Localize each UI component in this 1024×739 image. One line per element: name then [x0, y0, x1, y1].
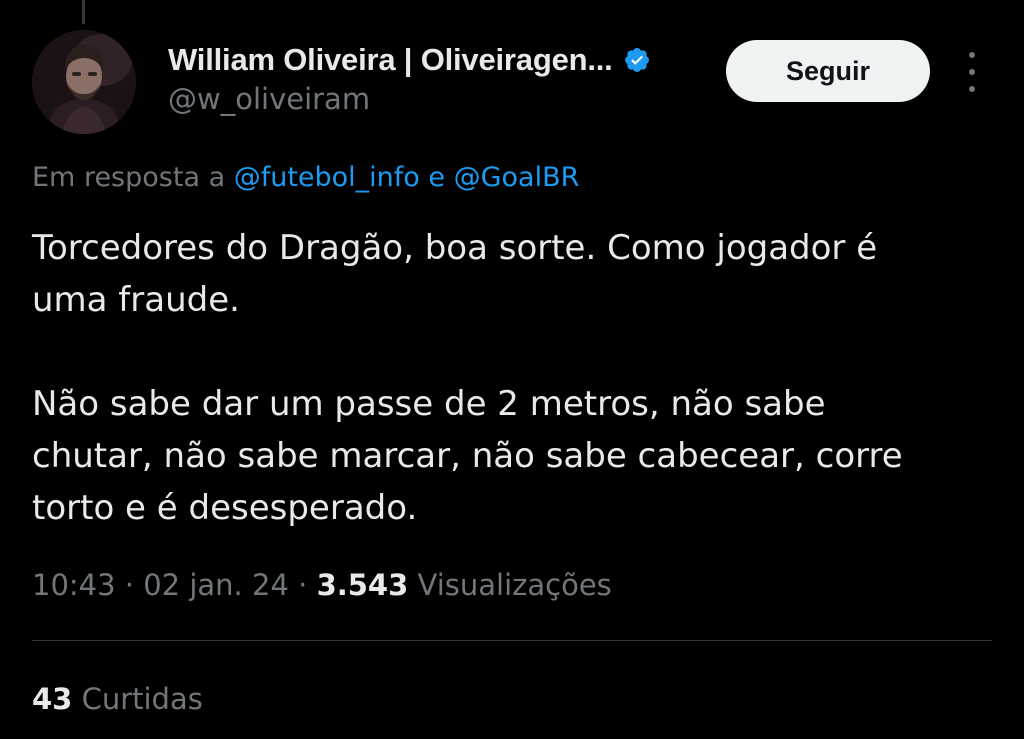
views-count: 3.543 — [316, 568, 409, 602]
tweet-body: Torcedores do Dragão, boa sorte. Como jo… — [32, 222, 992, 534]
more-dot — [969, 86, 975, 92]
divider — [32, 640, 992, 641]
likes-label: Curtidas — [72, 682, 203, 716]
tweet-date[interactable]: 02 jan. 24 — [143, 568, 289, 602]
more-dot — [969, 69, 975, 75]
meta-separator: · — [115, 568, 144, 602]
likes-stat[interactable]: 43 Curtidas — [32, 682, 203, 716]
more-options-icon[interactable] — [960, 52, 984, 92]
more-dot — [969, 52, 975, 58]
mention-link-futebol-info[interactable]: @futebol_info — [234, 162, 420, 193]
mention-link-goalbr[interactable]: @GoalBR — [454, 162, 580, 193]
reply-context: Em resposta a @futebol_info e @GoalBR — [32, 162, 579, 193]
author-handle[interactable]: @w_oliveiram — [168, 82, 370, 116]
tweet-time[interactable]: 10:43 — [32, 568, 116, 602]
reply-prefix: Em resposta a — [32, 162, 234, 193]
avatar-image — [32, 30, 136, 134]
reply-conjunction: e — [419, 162, 454, 193]
views-label: Visualizações — [408, 568, 612, 602]
meta-separator: · — [288, 568, 317, 602]
author-name-row[interactable]: William Oliveira | Oliveiragen... — [168, 42, 651, 78]
tweet-paragraph-2: Não sabe dar um passe de 2 metros, não s… — [32, 384, 903, 528]
avatar[interactable] — [32, 30, 136, 134]
likes-count: 43 — [32, 682, 73, 716]
tweet-meta: 10:43 · 02 jan. 24 · 3.543 Visualizações — [32, 568, 612, 602]
tweet-paragraph-1: Torcedores do Dragão, boa sorte. Como jo… — [32, 228, 878, 320]
follow-button[interactable]: Seguir — [726, 40, 930, 102]
author-display-name[interactable]: William Oliveira | Oliveiragen... — [168, 42, 613, 78]
verified-badge-icon — [623, 46, 651, 74]
thread-connector-line — [82, 0, 85, 24]
